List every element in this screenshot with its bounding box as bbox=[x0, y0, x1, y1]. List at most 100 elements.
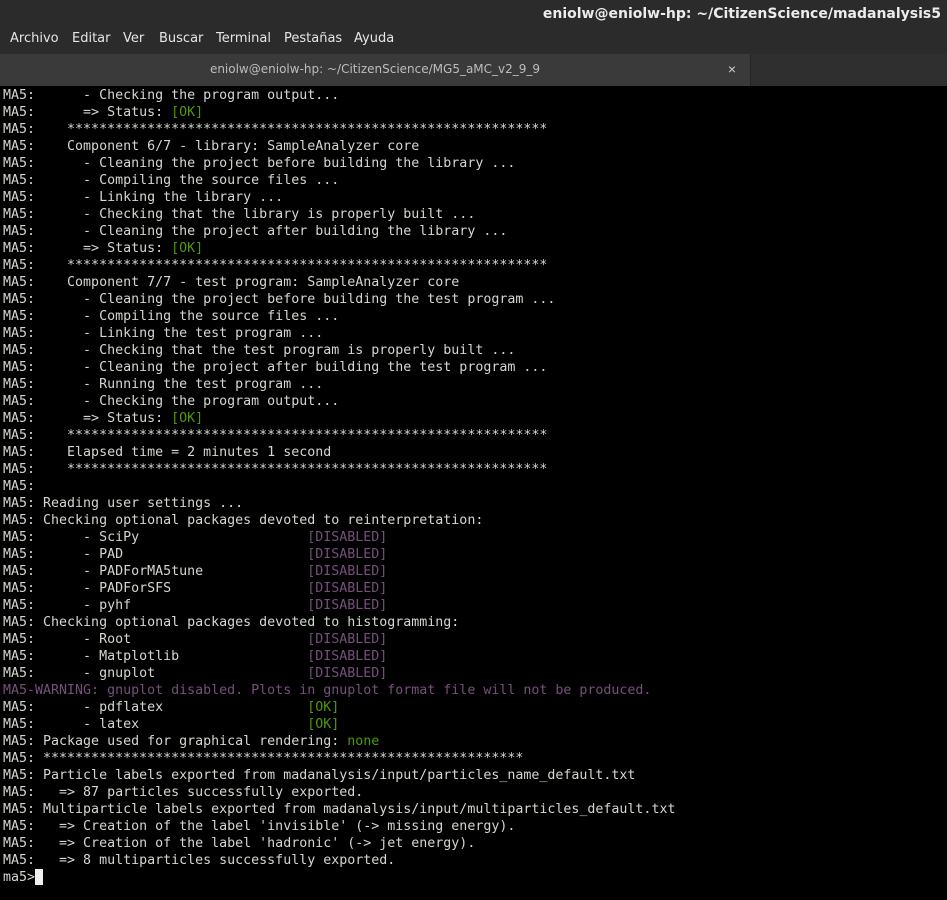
terminal-line: MA5: - pdflatex [OK] bbox=[3, 699, 675, 716]
line-text: MA5: => Status: bbox=[3, 241, 172, 256]
tab-title: eniolw@eniolw-hp: ~/CitizenScience/MG5_a… bbox=[209, 62, 541, 76]
cursor bbox=[35, 869, 44, 885]
line-text: MA5: ***********************************… bbox=[3, 122, 548, 137]
line-text: MA5: => Status: bbox=[3, 411, 172, 426]
terminal-line: MA5-WARNING: gnuplot disabled. Plots in … bbox=[3, 682, 675, 699]
menu-buscar[interactable]: Buscar bbox=[159, 31, 203, 46]
status-ok: none bbox=[347, 734, 380, 749]
menu-bar: Archivo Editar Ver Buscar Terminal Pesta… bbox=[0, 28, 947, 54]
terminal-line: MA5: - Cleaning the project after buildi… bbox=[3, 359, 675, 376]
line-text: MA5: ***********************************… bbox=[3, 428, 548, 443]
tab-bar: eniolw@eniolw-hp: ~/CitizenScience/MG5_a… bbox=[0, 54, 947, 86]
terminal-line: MA5: - Running the test program ... bbox=[3, 376, 675, 393]
status-disabled: [DISABLED] bbox=[307, 564, 388, 579]
terminal-line: MA5: ***********************************… bbox=[3, 750, 675, 767]
status-ok: [OK] bbox=[307, 717, 340, 732]
terminal-line: MA5: - Root [DISABLED] bbox=[3, 631, 675, 648]
status-disabled: [DISABLED] bbox=[307, 598, 388, 613]
status-disabled: [DISABLED] bbox=[307, 666, 388, 681]
terminal-line: MA5: - Cleaning the project before build… bbox=[3, 291, 675, 308]
line-text: MA5: - Cleaning the project before build… bbox=[3, 292, 556, 307]
line-text: MA5: bbox=[3, 479, 36, 494]
terminal-line: MA5: - Cleaning the project after buildi… bbox=[3, 223, 675, 240]
terminal-line: MA5: Package used for graphical renderin… bbox=[3, 733, 675, 750]
line-text: MA5: Reading user settings ... bbox=[3, 496, 244, 511]
menu-ver[interactable]: Ver bbox=[123, 31, 144, 46]
terminal-line: MA5: - pyhf [DISABLED] bbox=[3, 597, 675, 614]
terminal-line: MA5: => 8 multiparticles successfully ex… bbox=[3, 852, 675, 869]
line-text: MA5: Multiparticle labels exported from … bbox=[3, 802, 676, 817]
terminal-line: MA5: => Status: [OK] bbox=[3, 240, 675, 257]
terminal-line: MA5: - Cleaning the project before build… bbox=[3, 155, 675, 172]
line-text: MA5: - Cleaning the project before build… bbox=[3, 156, 516, 171]
terminal-line: MA5: - Checking the program output... bbox=[3, 393, 675, 410]
line-text: MA5: - pdflatex bbox=[3, 700, 308, 715]
line-text: MA5: Checking optional packages devoted … bbox=[3, 615, 460, 630]
terminal-lines: MA5: - Checking the program output... MA5… bbox=[3, 87, 675, 886]
terminal-tab[interactable]: eniolw@eniolw-hp: ~/CitizenScience/MG5_a… bbox=[0, 54, 751, 86]
line-text: MA5: - SciPy bbox=[3, 530, 308, 545]
terminal-line: MA5: - PADForSFS [DISABLED] bbox=[3, 580, 675, 597]
terminal-line: MA5: - SciPy [DISABLED] bbox=[3, 529, 675, 546]
window-titlebar[interactable]: eniolw@eniolw-hp: ~/CitizenScience/madan… bbox=[0, 0, 947, 28]
line-text: MA5: - Checking the program output... bbox=[3, 394, 340, 409]
terminal-line: MA5: - Linking the library ... bbox=[3, 189, 675, 206]
terminal-line: MA5: => Creation of the label 'invisible… bbox=[3, 818, 675, 835]
terminal-line: MA5: - Checking that the test program is… bbox=[3, 342, 675, 359]
terminal-line: MA5: Particle labels exported from madan… bbox=[3, 767, 675, 784]
line-text: MA5: - PAD bbox=[3, 547, 308, 562]
terminal-line: MA5: => Status: [OK] bbox=[3, 410, 675, 427]
status-disabled: [DISABLED] bbox=[307, 530, 388, 545]
status-disabled: [DISABLED] bbox=[307, 581, 388, 596]
status-disabled: [DISABLED] bbox=[307, 649, 388, 664]
terminal-line: MA5: ***********************************… bbox=[3, 257, 675, 274]
status-ok: [OK] bbox=[171, 105, 204, 120]
line-text: MA5: Particle labels exported from madan… bbox=[3, 768, 636, 783]
status-disabled: [DISABLED] bbox=[307, 632, 388, 647]
terminal-line: MA5: - PADForMA5tune [DISABLED] bbox=[3, 563, 675, 580]
line-text: MA5: - Checking the program output... bbox=[3, 88, 340, 103]
close-icon[interactable]: × bbox=[724, 60, 740, 78]
window-title: eniolw@eniolw-hp: ~/CitizenScience/madan… bbox=[542, 6, 941, 22]
menu-pestanas[interactable]: Pestañas bbox=[284, 31, 342, 46]
terminal-line: MA5: - PAD [DISABLED] bbox=[3, 546, 675, 563]
terminal-line: MA5: => 87 particles successfully export… bbox=[3, 784, 675, 801]
line-text: MA5: => 8 multiparticles successfully ex… bbox=[3, 853, 396, 868]
line-text: MA5: => 87 particles successfully export… bbox=[3, 785, 364, 800]
terminal-line: MA5: - gnuplot [DISABLED] bbox=[3, 665, 675, 682]
terminal-line: MA5: - latex [OK] bbox=[3, 716, 675, 733]
status-ok: [OK] bbox=[171, 411, 204, 426]
line-text: MA5: => Creation of the label 'invisible… bbox=[3, 819, 516, 834]
terminal-line: MA5: bbox=[3, 478, 675, 495]
line-text: MA5: - Checking that the test program is… bbox=[3, 343, 516, 358]
line-text: MA5: - Cleaning the project after buildi… bbox=[3, 360, 548, 375]
terminal-line: MA5: - Compiling the source files ... bbox=[3, 308, 675, 325]
menu-ayuda[interactable]: Ayuda bbox=[354, 31, 394, 46]
terminal-line: MA5: => Status: [OK] bbox=[3, 104, 675, 121]
terminal-line: MA5: Reading user settings ... bbox=[3, 495, 675, 512]
line-text: MA5: ***********************************… bbox=[3, 751, 524, 766]
line-text: MA5: - pyhf bbox=[3, 598, 308, 613]
prompt-line[interactable]: ma5> bbox=[3, 869, 675, 886]
terminal-line: MA5: ***********************************… bbox=[3, 461, 675, 478]
line-text: MA5: => Status: bbox=[3, 105, 172, 120]
warning-text: MA5-WARNING: gnuplot disabled. Plots in … bbox=[3, 683, 652, 698]
line-text: MA5: - PADForSFS bbox=[3, 581, 308, 596]
terminal-line: MA5: - Checking the program output... bbox=[3, 87, 675, 104]
terminal-line: MA5: Checking optional packages devoted … bbox=[3, 512, 675, 529]
terminal-line: MA5: Component 7/7 - test program: Sampl… bbox=[3, 274, 675, 291]
menu-archivo[interactable]: Archivo bbox=[10, 31, 59, 46]
terminal-line: MA5: - Compiling the source files ... bbox=[3, 172, 675, 189]
terminal-line: MA5: ***********************************… bbox=[3, 427, 675, 444]
terminal-output[interactable]: MA5: - Checking the program output... MA5… bbox=[0, 86, 947, 900]
line-text: MA5: - gnuplot bbox=[3, 666, 308, 681]
terminal-line: MA5: - Linking the test program ... bbox=[3, 325, 675, 342]
line-text: MA5: - Checking that the library is prop… bbox=[3, 207, 476, 222]
terminal-line: MA5: Component 6/7 - library: SampleAnal… bbox=[3, 138, 675, 155]
line-text: MA5: ***********************************… bbox=[3, 258, 548, 273]
line-text: MA5: - Compiling the source files ... bbox=[3, 173, 340, 188]
menu-terminal[interactable]: Terminal bbox=[216, 31, 271, 46]
terminal-line: MA5: Elapsed time = 2 minutes 1 second bbox=[3, 444, 675, 461]
status-ok: [OK] bbox=[307, 700, 340, 715]
menu-editar[interactable]: Editar bbox=[72, 31, 111, 46]
